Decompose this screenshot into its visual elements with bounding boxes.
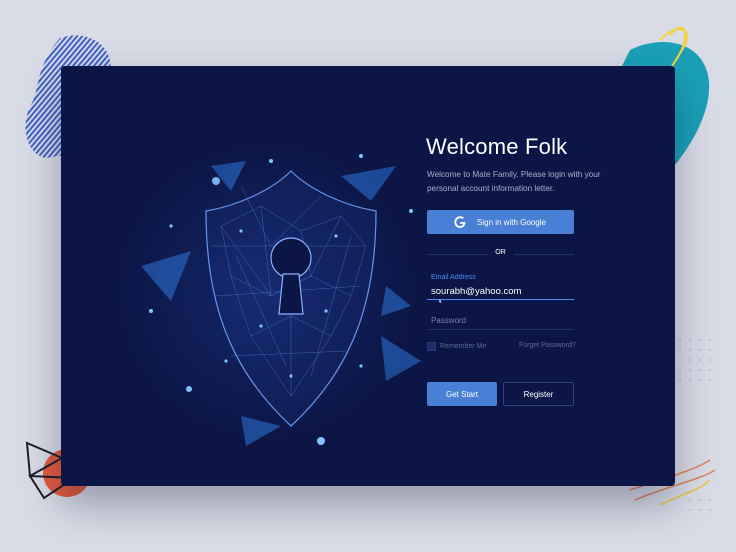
password-field[interactable] <box>427 312 574 330</box>
google-g-icon <box>454 216 466 228</box>
login-card: Welcome Folk Welcome to Mate Family. Ple… <box>61 66 675 486</box>
email-field-label: Email Address <box>431 274 476 281</box>
remember-me-checkbox[interactable] <box>427 341 436 351</box>
page-title: Welcome Folk <box>426 134 568 159</box>
forgot-password-link[interactable]: Forget Password? <box>519 342 576 349</box>
register-button[interactable]: Register <box>503 382 574 406</box>
email-field[interactable] <box>427 283 574 300</box>
or-divider: OR <box>427 249 574 259</box>
google-sign-in-button[interactable]: Sign in with Google <box>427 210 574 234</box>
remember-me-label: Remember Me <box>440 342 487 350</box>
divider-line-right <box>514 254 574 255</box>
shield-keyhole-illustration <box>141 154 441 446</box>
google-button-label: Sign in with Google <box>477 218 546 227</box>
welcome-subtitle: Welcome to Mate Family. Please login wit… <box>427 170 601 193</box>
get-start-button[interactable]: Get Start <box>427 382 497 406</box>
remember-me-row[interactable]: Remember Me <box>427 341 486 351</box>
